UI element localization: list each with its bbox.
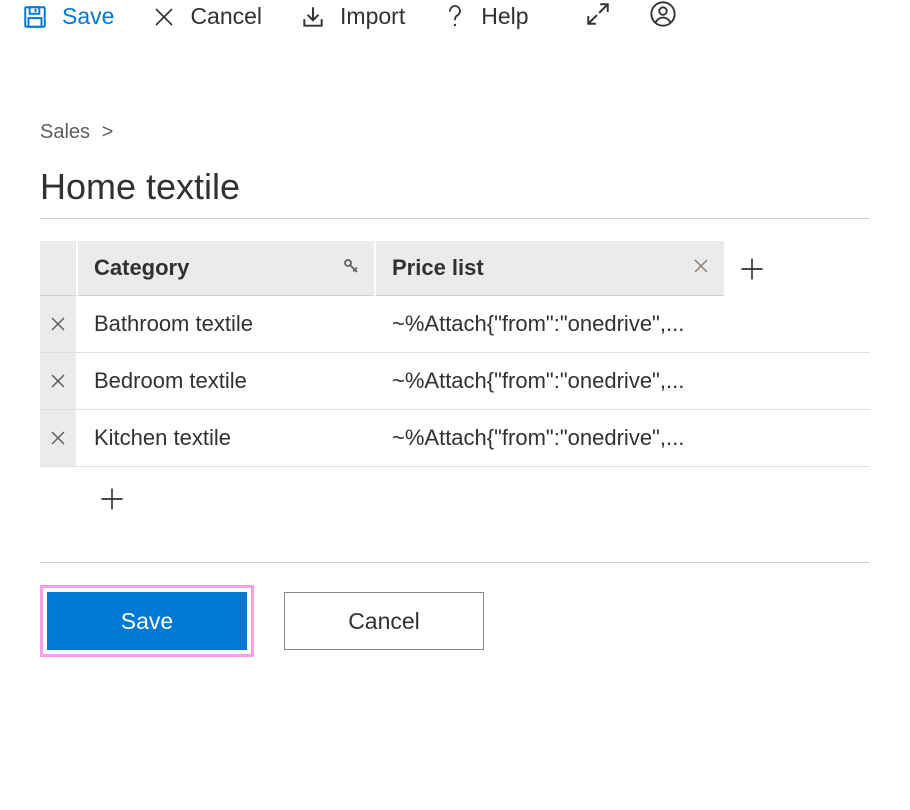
footer: Save Cancel xyxy=(40,585,870,657)
key-icon xyxy=(342,255,360,281)
help-icon xyxy=(443,3,467,31)
delete-row-button[interactable] xyxy=(40,296,76,352)
cell-category[interactable]: Kitchen textile xyxy=(78,410,374,466)
breadcrumb-item-sales[interactable]: Sales xyxy=(40,121,90,143)
delete-row-button[interactable] xyxy=(40,353,76,409)
save-label: Save xyxy=(62,3,114,30)
person-circle-icon xyxy=(649,0,677,28)
import-button[interactable]: Import xyxy=(300,3,405,30)
close-icon xyxy=(692,257,710,275)
column-label: Price list xyxy=(392,255,484,281)
import-label: Import xyxy=(340,3,405,30)
plus-icon xyxy=(98,485,126,513)
cell-category[interactable]: Bedroom textile xyxy=(78,353,374,409)
toolbar: Save Cancel Import Help xyxy=(0,0,910,51)
breadcrumb: Sales > xyxy=(40,73,870,144)
cell-price-list[interactable]: ~%Attach{"from":"onedrive",... xyxy=(376,410,724,466)
table: Category Price list xyxy=(40,241,870,562)
help-label: Help xyxy=(481,3,528,30)
header-stub xyxy=(40,241,76,296)
account-button[interactable] xyxy=(649,0,677,33)
column-header-category[interactable]: Category xyxy=(78,241,374,296)
save-icon xyxy=(22,4,48,30)
cancel-button[interactable]: Cancel xyxy=(152,3,262,30)
table-row: Bathroom textile ~%Attach{"from":"onedri… xyxy=(40,296,870,353)
save-highlight: Save xyxy=(40,585,254,657)
breadcrumb-separator: > xyxy=(96,121,120,143)
column-header-price-list[interactable]: Price list xyxy=(376,241,724,296)
table-row: Kitchen textile ~%Attach{"from":"onedriv… xyxy=(40,410,870,467)
save-button[interactable]: Save xyxy=(22,3,114,30)
add-row-region xyxy=(40,467,870,562)
table-header: Category Price list xyxy=(40,241,870,296)
cancel-button[interactable]: Cancel xyxy=(284,592,484,650)
plus-icon xyxy=(738,255,766,283)
expand-icon xyxy=(585,1,611,27)
close-icon xyxy=(49,315,67,333)
cell-price-list[interactable]: ~%Attach{"from":"onedrive",... xyxy=(376,353,724,409)
help-button[interactable]: Help xyxy=(443,3,528,31)
close-icon xyxy=(49,372,67,390)
save-button[interactable]: Save xyxy=(47,592,247,650)
delete-row-button[interactable] xyxy=(40,410,76,466)
cancel-label: Cancel xyxy=(190,3,262,30)
title-divider xyxy=(40,218,870,219)
footer-divider xyxy=(40,562,870,563)
cell-price-list[interactable]: ~%Attach{"from":"onedrive",... xyxy=(376,296,724,352)
clear-column-button[interactable] xyxy=(692,255,710,281)
column-label: Category xyxy=(94,255,189,281)
page-title: Home textile xyxy=(40,166,870,208)
add-column-button[interactable] xyxy=(724,241,780,296)
cell-category[interactable]: Bathroom textile xyxy=(78,296,374,352)
close-icon xyxy=(49,429,67,447)
add-row-button[interactable] xyxy=(98,485,126,518)
close-icon xyxy=(152,5,176,29)
import-icon xyxy=(300,4,326,30)
expand-button[interactable] xyxy=(585,1,611,32)
table-row: Bedroom textile ~%Attach{"from":"onedriv… xyxy=(40,353,870,410)
